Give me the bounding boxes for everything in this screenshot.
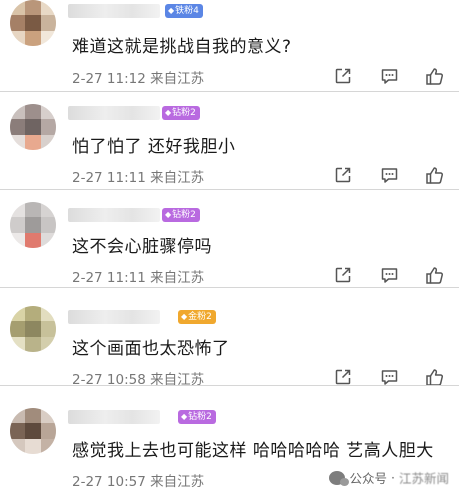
like-button[interactable] [412,163,458,187]
comment-meta: 2-27 11:11 来自江苏 [72,266,204,286]
badge-gem-icon: ◆ [181,412,188,421]
username[interactable] [68,106,160,120]
share-icon [334,368,352,386]
badge-gem-icon: ◆ [165,210,172,219]
like-icon [425,166,445,185]
avatar[interactable] [10,408,56,454]
share-button[interactable] [320,64,366,88]
comment-text: 这个画面也太恐怖了 [72,339,230,359]
comment-location: 来自江苏 [150,474,205,490]
share-icon [334,266,352,284]
wechat-icon [329,470,350,486]
like-button[interactable] [412,263,458,287]
username[interactable] [68,4,160,18]
comment-location: 来自江苏 [150,170,205,186]
username[interactable] [68,310,160,324]
watermark: 公众号 · 江苏新闻 [329,468,449,487]
comment-icon [380,67,399,85]
comment-time: 2-27 11:11 [72,170,146,186]
badge-label: 铁粉4 [175,6,199,16]
like-icon [425,368,445,387]
comment-actions [320,263,458,287]
comment-button[interactable] [366,263,412,287]
comment-location: 来自江苏 [150,270,205,286]
share-button[interactable] [320,163,366,187]
comment-text: 难道这就是挑战自我的意义? [72,37,292,57]
fan-badge[interactable]: ◆ 铁粉4 [165,4,203,18]
comment-time: 2-27 10:57 [72,474,146,490]
like-icon [425,266,445,285]
badge-label: 钻粉2 [172,108,196,118]
avatar[interactable] [10,202,56,248]
avatar[interactable] [10,306,56,352]
comment-location: 来自江苏 [150,71,205,87]
comment-meta: 2-27 10:57 来自江苏 [72,470,204,490]
comment-item: ◆ 铁粉4 难道这就是挑战自我的意义? 2-27 11:12 来自江苏 [0,0,459,92]
comment-item: ◆ 金粉2 这个画面也太恐怖了 2-27 10:58 来自江苏 [0,288,459,388]
comment-actions [320,163,458,187]
comment-meta: 2-27 11:12 来自江苏 [72,67,204,87]
share-button[interactable] [320,263,366,287]
fan-badge[interactable]: ◆ 钻粉2 [162,106,200,120]
badge-gem-icon: ◆ [168,6,175,15]
like-icon [425,67,445,86]
like-button[interactable] [412,64,458,88]
badge-gem-icon: ◆ [181,312,188,321]
comment-text: 这不会心脏骤停吗 [72,237,212,257]
comment-actions [320,64,458,88]
username[interactable] [68,208,160,222]
badge-label: 金粉2 [188,312,212,322]
share-icon [334,67,352,85]
comment-button[interactable] [366,64,412,88]
comment-item: ◆ 钻粉2 怕了怕了 还好我胆小 2-27 11:11 来自江苏 [0,92,459,190]
comment-meta: 2-27 11:11 来自江苏 [72,166,204,186]
fan-badge[interactable]: ◆ 钻粉2 [162,208,200,222]
fan-badge[interactable]: ◆ 金粉2 [178,310,216,324]
share-icon [334,166,352,184]
comment-icon [380,166,399,184]
username[interactable] [68,410,160,424]
comment-time: 2-27 11:11 [72,270,146,286]
comment-item: ◆ 钻粉2 这不会心脏骤停吗 2-27 11:11 来自江苏 [0,190,459,288]
comment-button[interactable] [366,163,412,187]
comment-icon [380,266,399,284]
comment-text: 感觉我上去也可能这样 哈哈哈哈哈 艺高人胆大 [72,441,434,461]
watermark-source: 江苏新闻 [398,471,449,486]
badge-label: 钻粉2 [172,210,196,220]
avatar[interactable] [10,104,56,150]
badge-label: 钻粉2 [188,412,212,422]
comment-text: 怕了怕了 还好我胆小 [72,137,236,157]
badge-gem-icon: ◆ [165,108,172,117]
comment-time: 2-27 11:12 [72,71,146,87]
comment-icon [380,368,399,386]
fan-badge[interactable]: ◆ 钻粉2 [178,410,216,424]
avatar[interactable] [10,0,56,46]
watermark-dot: · [391,470,395,485]
watermark-label: 公众号 [349,471,387,486]
